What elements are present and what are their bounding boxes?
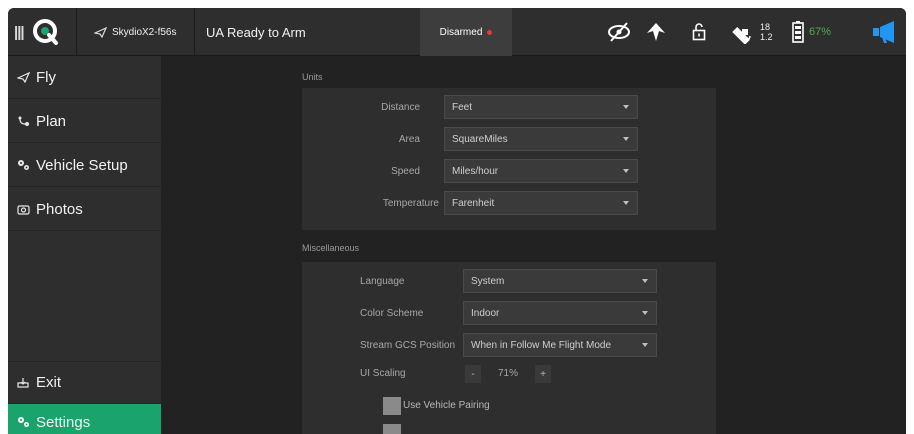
temperature-dropdown[interactable]: Farenheit xyxy=(444,191,638,215)
sidebar-item-label: Exit xyxy=(36,374,62,391)
language-value: System xyxy=(471,275,505,287)
unlock-icon[interactable] xyxy=(692,8,706,56)
area-dropdown[interactable]: SquareMiles xyxy=(444,127,638,151)
settings-sidebar: Fly Plan Vehicle Setup Photos Exit Setti… xyxy=(8,56,161,434)
color-scheme-value: Indoor xyxy=(471,307,500,319)
stream-gcs-value: When in Follow Me Flight Mode xyxy=(471,339,612,351)
armed-status-button[interactable]: Disarmed xyxy=(420,8,512,56)
units-section-title: Units xyxy=(302,72,323,82)
route-icon xyxy=(16,115,30,127)
menu-icon[interactable]: ||| xyxy=(14,8,25,56)
chevron-down-icon xyxy=(642,343,648,347)
stream-gcs-dropdown[interactable]: When in Follow Me Flight Mode xyxy=(463,333,657,357)
area-label: Area xyxy=(398,134,420,145)
speed-dropdown[interactable]: Miles/hour xyxy=(444,159,638,183)
vehicle-pairing-label: Use Vehicle Pairing xyxy=(403,400,490,411)
distance-value: Feet xyxy=(452,101,473,113)
stream-gcs-label: Stream GCS Position xyxy=(360,340,456,351)
temperature-label: Temperature xyxy=(382,198,439,209)
settings-content: Units Distance Feet Area SquareMiles Spe… xyxy=(161,56,906,434)
next-option-checkbox[interactable] xyxy=(383,424,401,434)
sidebar-item-vehicle-setup[interactable]: Vehicle Setup xyxy=(8,144,161,187)
color-scheme-label: Color Scheme xyxy=(360,308,424,319)
chevron-down-icon xyxy=(623,201,629,205)
megaphone-icon[interactable] xyxy=(872,8,900,56)
qgc-logo[interactable] xyxy=(30,8,60,56)
propeller-icon[interactable] xyxy=(644,8,668,56)
ui-scaling-label: UI Scaling xyxy=(360,368,406,379)
gps-hdop: 1.2 xyxy=(760,32,773,42)
paper-plane-icon xyxy=(16,71,30,83)
sidebar-item-label: Photos xyxy=(36,200,83,218)
gears-icon xyxy=(16,416,30,428)
vehicle-pairing-checkbox[interactable] xyxy=(383,397,401,415)
area-value: SquareMiles xyxy=(452,133,508,145)
camera-icon xyxy=(16,204,30,215)
ui-scaling-increase-button[interactable]: + xyxy=(535,365,551,383)
vehicle-selector[interactable]: SkydioX2-f56s xyxy=(94,8,176,56)
units-panel: Distance Feet Area SquareMiles Speed Mil… xyxy=(302,88,716,230)
misc-panel: Language System Color Scheme Indoor Stre… xyxy=(302,262,716,434)
chevron-down-icon xyxy=(623,137,629,141)
chevron-down-icon xyxy=(642,311,648,315)
distance-label: Distance xyxy=(381,102,420,113)
speed-value: Miles/hour xyxy=(452,165,499,177)
sidebar-item-settings[interactable]: Settings xyxy=(8,404,161,434)
gears-icon xyxy=(16,159,30,171)
sidebar-item-label: Fly xyxy=(36,68,56,86)
sidebar-item-label: Settings xyxy=(36,413,91,431)
sidebar-item-exit[interactable]: Exit xyxy=(8,361,161,404)
paper-plane-icon xyxy=(94,26,107,38)
gps-indicator[interactable]: 18 1.2 xyxy=(732,8,773,56)
armed-status-label: Disarmed xyxy=(439,26,483,38)
sidebar-item-fly[interactable]: Fly xyxy=(8,56,161,99)
ui-scaling-value: 71% xyxy=(497,368,518,379)
language-dropdown[interactable]: System xyxy=(463,269,657,293)
exit-icon xyxy=(16,377,30,388)
sidebar-item-plan[interactable]: Plan xyxy=(8,100,161,143)
battery-percent: 67% xyxy=(809,26,832,38)
language-label: Language xyxy=(360,276,405,287)
gps-count: 18 xyxy=(760,22,771,32)
sidebar-item-label: Plan xyxy=(36,112,67,130)
battery-indicator[interactable]: 67% xyxy=(792,8,831,56)
chevron-down-icon xyxy=(642,279,648,283)
chevron-down-icon xyxy=(623,105,629,109)
speed-label: Speed xyxy=(391,166,420,177)
gps-satellite-icon xyxy=(732,27,751,44)
chevron-down-icon xyxy=(623,169,629,173)
distance-dropdown[interactable]: Feet xyxy=(444,95,638,119)
app-window: ||| SkydioX2-f56s UA Ready to Arm Disarm… xyxy=(8,8,906,434)
eye-off-icon[interactable] xyxy=(606,8,632,56)
color-scheme-dropdown[interactable]: Indoor xyxy=(463,301,657,325)
misc-section-title: Miscellaneous xyxy=(302,243,360,253)
armed-status-dot xyxy=(487,29,493,35)
sidebar-item-label: Vehicle Setup xyxy=(36,156,128,174)
vehicle-status[interactable]: UA Ready to Arm xyxy=(206,8,306,56)
vehicle-name: SkydioX2-f56s xyxy=(112,26,177,38)
battery-icon xyxy=(792,21,804,43)
toolbar: ||| SkydioX2-f56s UA Ready to Arm Disarm… xyxy=(8,8,906,56)
temperature-value: Farenheit xyxy=(452,197,495,209)
ui-scaling-decrease-button[interactable]: - xyxy=(465,365,481,383)
sidebar-item-photos[interactable]: Photos xyxy=(8,188,161,231)
